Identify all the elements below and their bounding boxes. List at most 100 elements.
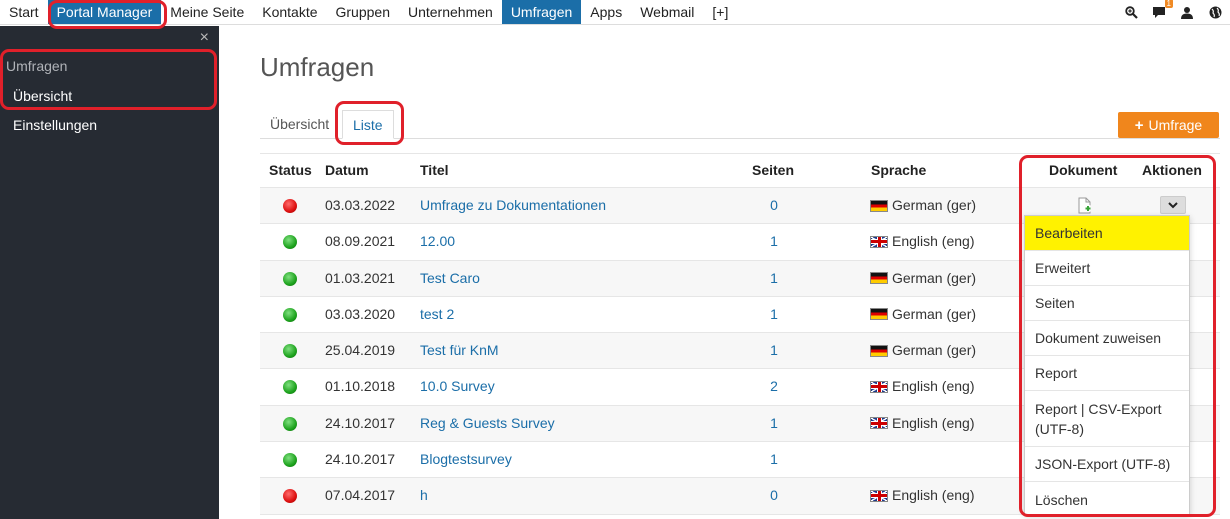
status-active-icon <box>283 235 297 250</box>
survey-date: 08.09.2021 <box>325 233 396 250</box>
sidebar-item-overview[interactable]: Übersicht <box>13 88 72 104</box>
nav-item-portal-manager[interactable]: Portal Manager <box>47 0 162 24</box>
menu-item-bearbeiten[interactable]: Bearbeiten <box>1025 216 1189 251</box>
survey-pages-link[interactable]: 0 <box>754 188 794 223</box>
nav-item-start[interactable]: Start <box>0 0 48 24</box>
menu-item-json-export-utf-8[interactable]: JSON-Export (UTF-8) <box>1025 447 1189 482</box>
german-flag-icon <box>870 272 888 285</box>
sidebar-item-settings[interactable]: Einstellungen <box>13 117 97 133</box>
menu-item-dokument-zuweisen[interactable]: Dokument zuweisen <box>1025 321 1189 356</box>
user-icon[interactable] <box>1180 5 1194 19</box>
german-flag-icon <box>870 308 888 321</box>
survey-title-link[interactable]: 10.0 Survey <box>420 369 495 404</box>
survey-date: 25.04.2019 <box>325 342 396 359</box>
nav-item-meine-seite[interactable]: Meine Seite <box>161 0 253 24</box>
nav-item-kontakte[interactable]: Kontakte <box>253 0 326 24</box>
survey-language: English (eng) <box>870 369 975 404</box>
plus-icon: + <box>1134 116 1144 134</box>
column-header-actions: Aktionen <box>1142 162 1202 178</box>
add-survey-button[interactable]: + Umfrage <box>1118 112 1219 138</box>
status-active-icon <box>283 453 297 468</box>
survey-title-link[interactable]: Test für KnM <box>420 333 499 368</box>
status-active-icon <box>283 344 297 359</box>
survey-pages-link[interactable]: 1 <box>754 297 794 332</box>
column-header-title[interactable]: Titel <box>420 154 449 187</box>
status-inactive-icon <box>283 199 297 213</box>
page-title: Umfragen <box>260 52 375 82</box>
survey-pages-link[interactable]: 1 <box>754 406 794 441</box>
nav-item-apps[interactable]: Apps <box>581 0 631 24</box>
status-active-icon <box>283 271 297 286</box>
menu-item-report[interactable]: Report <box>1025 356 1189 391</box>
column-header-status[interactable]: Status <box>269 154 312 187</box>
survey-date: 03.03.2020 <box>325 305 396 322</box>
notification-badge: 1 <box>1164 0 1173 8</box>
language-label: English (eng) <box>892 233 975 250</box>
survey-language: English (eng) <box>870 224 975 259</box>
uk-flag-icon <box>870 235 888 248</box>
language-label: English (eng) <box>892 487 975 504</box>
menu-item-report-csv-export-utf-8[interactable]: Report | CSV-Export (UTF-8) <box>1025 391 1189 447</box>
uk-flag-icon <box>870 417 888 430</box>
survey-title-link[interactable]: Umfrage zu Dokumentationen <box>420 188 606 223</box>
survey-date: 01.03.2021 <box>325 269 396 286</box>
column-header-language[interactable]: Sprache <box>871 154 926 187</box>
survey-date: 24.10.2017 <box>325 414 396 431</box>
survey-title-link[interactable]: 12.00 <box>420 224 455 259</box>
nav-item-gruppen[interactable]: Gruppen <box>327 0 399 24</box>
survey-language: German (ger) <box>870 333 976 368</box>
menu-item-seiten[interactable]: Seiten <box>1025 286 1189 321</box>
nav-item-unternehmen[interactable]: Unternehmen <box>399 0 502 24</box>
messages-icon[interactable]: 1 <box>1152 0 1173 19</box>
survey-title-link[interactable]: Test Caro <box>420 261 480 296</box>
survey-pages-link[interactable]: 1 <box>754 224 794 259</box>
nav-item-umfragen[interactable]: Umfragen <box>501 0 582 24</box>
document-add-icon[interactable] <box>1078 197 1092 214</box>
status-active-icon <box>283 416 297 431</box>
status-inactive-icon <box>283 489 297 504</box>
column-header-document: Dokument <box>1049 162 1118 178</box>
survey-date: 07.04.2017 <box>325 487 396 504</box>
language-label: German (ger) <box>892 197 977 213</box>
language-label: German (ger) <box>892 305 977 322</box>
sidebar-section-title: Umfragen <box>6 58 68 74</box>
menu-item-erweitert[interactable]: Erweitert <box>1025 251 1189 286</box>
survey-language: German (ger) <box>870 188 976 223</box>
status-active-icon <box>283 307 297 322</box>
language-label: German (ger) <box>892 269 977 286</box>
survey-date: 01.10.2018 <box>325 378 396 395</box>
nav-item-webmail[interactable]: Webmail <box>631 0 703 24</box>
survey-pages-link[interactable]: 1 <box>754 261 794 296</box>
column-header-date[interactable]: Datum <box>325 154 369 187</box>
language-label: English (eng) <box>892 378 975 395</box>
survey-pages-link[interactable]: 1 <box>754 442 794 477</box>
nav-item-add[interactable]: [+] <box>703 0 737 24</box>
chevron-down-icon <box>1168 201 1178 208</box>
actions-dropdown-toggle[interactable] <box>1160 196 1186 214</box>
globe-icon[interactable] <box>1208 5 1222 19</box>
survey-title-link[interactable]: Reg & Guests Survey <box>420 406 555 441</box>
survey-date: 03.03.2022 <box>325 197 396 213</box>
survey-pages-link[interactable]: 0 <box>754 478 794 513</box>
survey-language: English (eng) <box>870 406 975 441</box>
top-navigation-bar: Start Portal Manager Meine Seite Kontakte Gr… <box>0 0 1230 25</box>
search-zoom-icon[interactable] <box>1124 5 1138 19</box>
table-header: Status Datum Titel Seiten Sprache Dokume… <box>260 153 1220 188</box>
tab-list[interactable]: Liste <box>342 110 394 139</box>
column-header-pages[interactable]: Seiten <box>752 154 794 187</box>
survey-title-link[interactable]: h <box>420 478 428 513</box>
uk-flag-icon <box>870 380 888 393</box>
sidebar: × Umfragen Übersicht Einstellungen <box>0 26 219 519</box>
german-flag-icon <box>870 199 888 212</box>
survey-title-link[interactable]: test 2 <box>420 297 454 332</box>
menu-item-loeschen[interactable]: Löschen <box>1025 482 1189 517</box>
survey-pages-link[interactable]: 1 <box>754 333 794 368</box>
uk-flag-icon <box>870 489 888 502</box>
survey-date: 24.10.2017 <box>325 451 396 468</box>
status-active-icon <box>283 380 297 395</box>
tab-overview[interactable]: Übersicht <box>260 110 339 139</box>
actions-dropdown-menu: Bearbeiten Erweitert Seiten Dokument zuweis… <box>1024 215 1190 515</box>
survey-title-link[interactable]: Blogtestsurvey <box>420 442 512 477</box>
close-icon[interactable]: × <box>200 29 209 47</box>
survey-pages-link[interactable]: 2 <box>754 369 794 404</box>
